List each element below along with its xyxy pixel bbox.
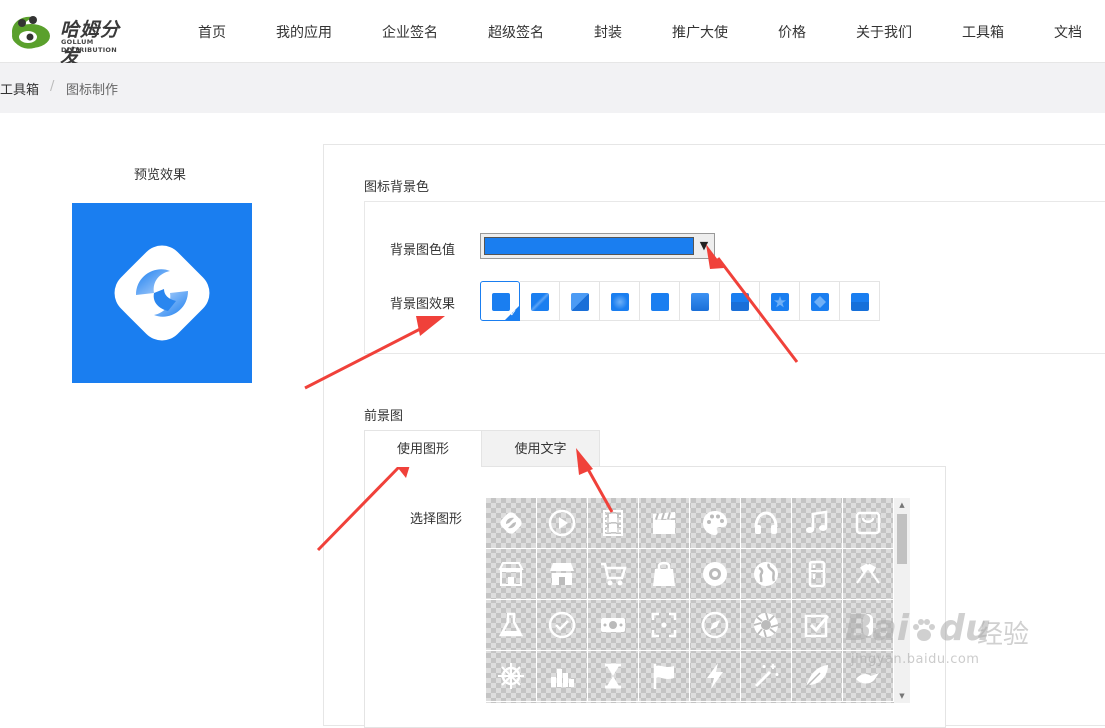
bg-effect-option-3[interactable] <box>560 281 600 321</box>
aperture-icon[interactable] <box>741 600 792 651</box>
star-effect-icon <box>771 293 789 311</box>
top-header: 哈姆分发 GOLLUM DISTRIBUTION 首页 我的应用 企业签名 超级… <box>0 0 1105 68</box>
background-settings-box <box>364 201 1105 354</box>
store-icon[interactable] <box>486 549 537 600</box>
logo-mark-icon <box>12 16 50 49</box>
scroll-down-icon[interactable]: ▼ <box>894 689 910 703</box>
cart-icon[interactable] <box>588 549 639 600</box>
bg-color-picker[interactable]: ▼ <box>480 233 715 259</box>
background-section-title: 图标背景色 <box>364 180 430 195</box>
icon-preview <box>72 203 252 383</box>
bg-effect-option-8[interactable] <box>760 281 800 321</box>
nav-docs[interactable]: 文档 <box>1054 22 1082 42</box>
bg-effect-option-5[interactable] <box>640 281 680 321</box>
nav-about[interactable]: 关于我们 <box>856 22 912 42</box>
watermark-cn: 经验 <box>977 620 1030 650</box>
equalizer-icon[interactable] <box>537 651 588 702</box>
scroll-thumb[interactable] <box>897 514 907 564</box>
paw-icon <box>913 619 936 641</box>
dropdown-arrow-icon[interactable]: ▼ <box>696 236 712 256</box>
checkbox-icon[interactable] <box>792 600 843 651</box>
foreground-section-title: 前景图 <box>364 409 404 424</box>
effect-swatch-icon <box>651 293 669 311</box>
shape-grid <box>486 498 894 703</box>
brand-logo[interactable]: 哈姆分发 GOLLUM DISTRIBUTION <box>6 10 136 68</box>
bg-effect-option-10[interactable] <box>840 281 880 321</box>
bg-effect-label: 背景图效果 <box>390 297 456 312</box>
bg-effect-option-4[interactable] <box>600 281 640 321</box>
nav-home[interactable]: 首页 <box>198 22 226 42</box>
nav-price[interactable]: 价格 <box>778 22 806 42</box>
helm-icon[interactable] <box>486 651 537 702</box>
shop-awning-icon[interactable] <box>537 549 588 600</box>
scroll-up-icon[interactable]: ▲ <box>894 498 910 512</box>
effect-swatch-icon <box>691 293 709 311</box>
record-icon[interactable] <box>690 549 741 600</box>
flask-icon[interactable] <box>486 600 537 651</box>
check-circle-icon[interactable] <box>537 600 588 651</box>
bg-effect-option-2[interactable] <box>520 281 560 321</box>
breadcrumb-separator: / <box>50 79 55 94</box>
bg-effect-option-7[interactable] <box>720 281 760 321</box>
flag-icon[interactable] <box>639 651 690 702</box>
bg-effect-option-1[interactable]: ✓ <box>480 281 520 321</box>
bg-color-swatch <box>484 237 694 255</box>
headphones-icon[interactable] <box>741 498 792 549</box>
effect-swatch-icon <box>571 293 589 311</box>
money-icon[interactable] <box>588 600 639 651</box>
tab-use-shape[interactable]: 使用图形 <box>364 430 482 467</box>
leaf-icon[interactable] <box>792 651 843 702</box>
nav-enterprise-sign[interactable]: 企业签名 <box>382 22 438 42</box>
effect-swatch-icon <box>531 293 549 311</box>
nav-my-apps[interactable]: 我的应用 <box>276 22 332 42</box>
breadcrumb-toolbox[interactable]: 工具箱 <box>0 79 39 98</box>
ring-swirl-icon <box>114 245 210 341</box>
music-note-icon[interactable] <box>792 498 843 549</box>
compass-icon[interactable] <box>690 600 741 651</box>
magic-wand-icon[interactable] <box>741 651 792 702</box>
lightning-icon[interactable] <box>690 651 741 702</box>
ring-swirl-icon[interactable] <box>486 498 537 549</box>
palette-icon[interactable] <box>690 498 741 549</box>
focus-frame-icon[interactable] <box>639 600 690 651</box>
play-circle-icon[interactable] <box>537 498 588 549</box>
diamond-effect-icon <box>811 293 829 311</box>
breadcrumb <box>0 63 1105 113</box>
globe-icon[interactable] <box>741 549 792 600</box>
nav-toolbox[interactable]: 工具箱 <box>962 22 1004 42</box>
nav-super-sign[interactable]: 超级签名 <box>488 22 544 42</box>
checkered-flags-icon[interactable] <box>843 549 894 600</box>
effect-swatch-icon <box>611 293 629 311</box>
watermark-url: jingyan.baidu.com <box>851 652 980 667</box>
bag-icon[interactable] <box>843 498 894 549</box>
film-strip-icon[interactable] <box>588 498 639 549</box>
effect-swatch-icon <box>731 293 749 311</box>
bg-color-label: 背景图色值 <box>390 243 456 258</box>
breadcrumb-current: 图标制作 <box>66 83 119 98</box>
effect-swatch-icon <box>851 293 869 311</box>
bg-effect-options: ✓ <box>480 281 880 321</box>
nav-ambassador[interactable]: 推广大使 <box>672 22 728 42</box>
baidu-watermark: Bai du 经验 jingyan.baidu.com <box>845 608 1045 678</box>
clapperboard-icon[interactable] <box>639 498 690 549</box>
select-shape-label: 选择图形 <box>410 512 463 527</box>
fridge-icon[interactable] <box>792 549 843 600</box>
bg-effect-option-9[interactable] <box>800 281 840 321</box>
hourglass-icon[interactable] <box>588 651 639 702</box>
bg-effect-option-6[interactable] <box>680 281 720 321</box>
preview-label: 预览效果 <box>134 168 187 183</box>
watermark-brand: Bai du <box>845 608 991 649</box>
nav-package[interactable]: 封装 <box>594 22 622 42</box>
brand-subtitle: GOLLUM DISTRIBUTION <box>61 38 118 54</box>
shopping-bag-icon[interactable] <box>639 549 690 600</box>
tab-use-text[interactable]: 使用文字 <box>481 430 600 467</box>
